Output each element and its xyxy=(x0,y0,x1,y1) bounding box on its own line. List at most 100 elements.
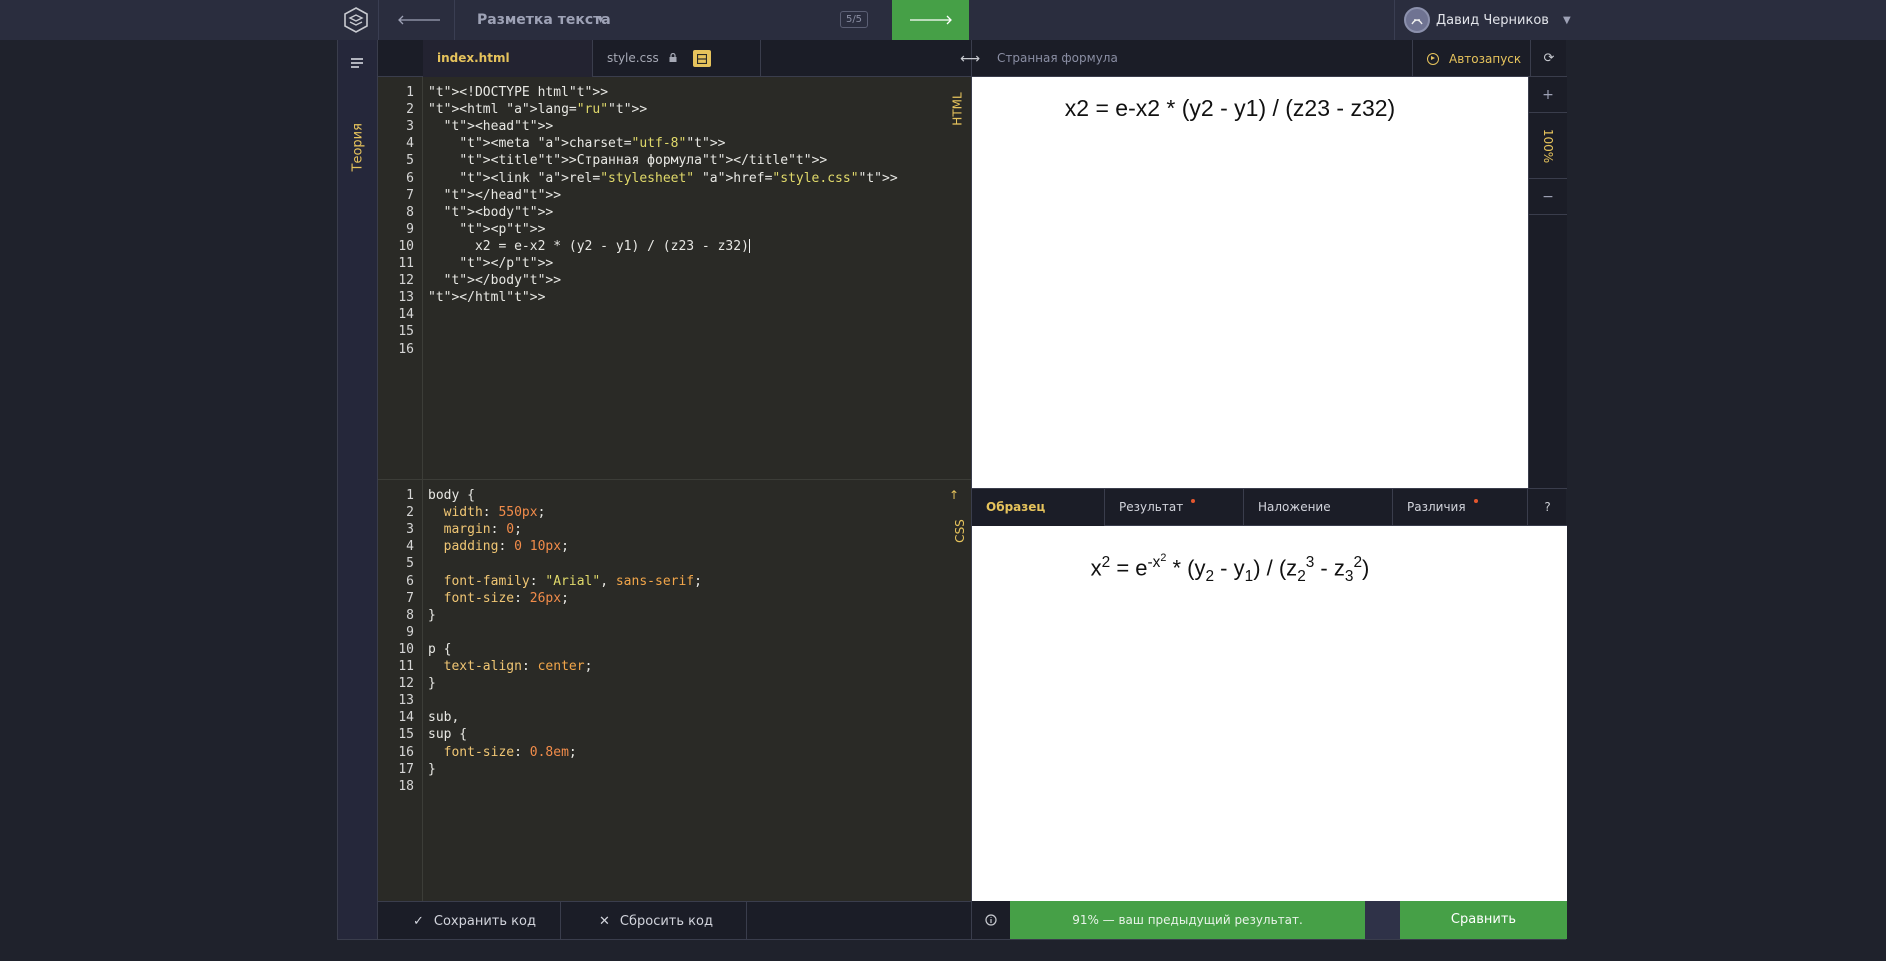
code-line[interactable]: "t"></head"t">> xyxy=(428,188,561,203)
code-line[interactable]: sub, xyxy=(428,710,459,725)
menu-icon[interactable] xyxy=(351,53,363,72)
line-number: 8 xyxy=(406,204,414,220)
code-line[interactable]: body { xyxy=(428,488,475,503)
code-line[interactable]: "t"></p"t">> xyxy=(428,256,553,271)
code-line[interactable]: "t"><body"t">> xyxy=(428,205,554,220)
zoom-level-text: 100% xyxy=(1541,128,1555,163)
user-name: Давид Черников xyxy=(1436,12,1549,28)
tab-overlay[interactable]: Наложение xyxy=(1244,489,1393,526)
info-icon[interactable] xyxy=(972,901,1010,939)
code-line[interactable]: "t"></html"t">> xyxy=(428,290,545,305)
next-button[interactable] xyxy=(892,0,969,40)
code-line[interactable]: width: 550px; xyxy=(428,505,546,520)
code-line[interactable]: sup { xyxy=(428,727,467,742)
code-line[interactable]: x2 = e-x2 * (y2 - y1) / (z23 - z32) xyxy=(428,239,750,254)
zoom-level: 100% xyxy=(1529,113,1567,179)
line-number: 4 xyxy=(406,136,414,152)
code-line[interactable]: } xyxy=(428,608,436,623)
code-line[interactable]: font-size: 0.8em; xyxy=(428,745,577,760)
line-number: 17 xyxy=(398,761,414,777)
result-message: 91% — ваш предыдущий результат. xyxy=(1010,901,1365,939)
code-line[interactable]: "t"><head"t">> xyxy=(428,119,554,134)
zoom-out-button[interactable]: − xyxy=(1529,179,1567,215)
line-number: 12 xyxy=(398,676,414,692)
check-icon: ✓ xyxy=(413,913,424,929)
html-label: HTML xyxy=(950,92,965,126)
tab-differences[interactable]: Различия xyxy=(1393,489,1528,526)
tab-label: style.css xyxy=(607,51,659,65)
arrow-up-icon[interactable]: ↑ xyxy=(949,488,959,502)
line-number: 11 xyxy=(398,659,414,674)
code-line[interactable]: "t"><link "a">rel="stylesheet" "a">href=… xyxy=(428,171,897,186)
line-number: 12 xyxy=(398,273,414,289)
tab-sample[interactable]: Образец xyxy=(972,489,1105,526)
progress-badge: 5/5 xyxy=(840,11,868,28)
tab-label: Наложение xyxy=(1258,500,1331,514)
zoom-in-button[interactable]: + xyxy=(1529,77,1567,113)
code-line[interactable]: "t"><p"t">> xyxy=(428,222,545,237)
line-number: 1 xyxy=(406,488,414,503)
preview-frame[interactable]: x2 = e-x2 * (y2 - y1) / (z23 - z32) xyxy=(972,77,1528,488)
line-number: 10 xyxy=(398,641,414,657)
avatar xyxy=(1404,7,1430,33)
line-number: 15 xyxy=(398,324,414,340)
code-line[interactable]: padding: 0 10px; xyxy=(428,539,569,554)
tab-result[interactable]: Результат xyxy=(1105,489,1244,526)
tab-label: Результат xyxy=(1119,500,1184,514)
css-code-panel[interactable]: 1 body {2 width: 550px; 3 margin: 0; 4 padd… xyxy=(378,480,971,901)
theory-sidebar[interactable]: Теория xyxy=(338,40,378,939)
refresh-icon[interactable]: ⟳ xyxy=(1530,40,1567,77)
html-code-panel[interactable]: 1 "t"><!DOCTYPE html"t">> 2 "t"><html "a">l… xyxy=(378,77,971,479)
course-title[interactable]: Разметка текста xyxy=(477,0,611,40)
reset-code-button[interactable]: ✕ Сбросить код xyxy=(561,902,747,940)
result-bar: 91% — ваш предыдущий результат. Сравнить xyxy=(972,901,1567,939)
tab-style-css[interactable]: style.css xyxy=(593,40,761,77)
line-number: 6 xyxy=(406,170,414,186)
notification-dot xyxy=(1473,499,1478,503)
chevron-down-icon[interactable]: ▾ xyxy=(598,13,604,26)
arrow-left-icon xyxy=(398,15,440,25)
line-number: 13 xyxy=(398,693,414,709)
editor-tabs: index.html style.css xyxy=(378,40,971,77)
line-number: 13 xyxy=(398,290,414,306)
line-number: 14 xyxy=(398,710,414,726)
divider xyxy=(1394,0,1395,40)
save-code-button[interactable]: ✓ Сохранить код xyxy=(378,902,561,940)
divider xyxy=(454,0,455,40)
code-line[interactable]: "t"><html "a">lang="ru""t">> xyxy=(428,102,647,117)
line-number: 14 xyxy=(398,307,414,323)
compare-tabs: Образец Результат Наложение Различия ? xyxy=(972,488,1567,526)
play-icon xyxy=(1427,52,1439,65)
back-button[interactable] xyxy=(384,0,454,40)
code-line[interactable]: "t"><title"t">>Странная формула"t"></tit… xyxy=(428,153,827,168)
logo-icon[interactable] xyxy=(342,0,370,40)
compare-button[interactable]: Сравнить xyxy=(1400,901,1567,939)
lock-icon xyxy=(669,40,677,77)
code-line[interactable]: } xyxy=(428,676,436,691)
code-line[interactable]: font-family: "Arial", sans-serif; xyxy=(428,574,702,589)
autorun-button[interactable]: Автозапуск xyxy=(1412,40,1530,77)
help-button[interactable]: ? xyxy=(1528,489,1567,526)
code-line[interactable]: "t"><!DOCTYPE html"t">> xyxy=(428,85,608,100)
line-number: 1 xyxy=(406,85,414,100)
code-line[interactable]: "t"></body"t">> xyxy=(428,273,561,288)
line-number: 16 xyxy=(398,744,414,760)
theory-label[interactable]: Теория xyxy=(351,123,366,171)
line-number: 3 xyxy=(406,119,414,135)
user-menu[interactable]: Давид Черников ▼ xyxy=(1404,0,1571,40)
sample-formula: x2 = e-x2 * (y2 - y1) / (z23 - z32) xyxy=(1090,552,1370,585)
code-line[interactable]: text-align: center; xyxy=(428,659,593,674)
code-line[interactable]: "t"><meta "a">charset="utf-8""t">> xyxy=(428,136,725,151)
preview-column: ⟷ Странная формула Автозапуск ⟳ x2 = e-x… xyxy=(960,40,1567,939)
notification-dot xyxy=(1191,499,1196,503)
line-number: 2 xyxy=(406,505,414,521)
reset-code-label: Сбросить код xyxy=(619,913,713,929)
resize-arrows-icon[interactable]: ⟷ xyxy=(960,40,980,77)
code-line[interactable]: p { xyxy=(428,642,451,657)
split-view-icon[interactable] xyxy=(693,50,711,67)
tab-index-html[interactable]: index.html xyxy=(423,40,593,77)
code-line[interactable]: margin: 0; xyxy=(428,522,522,537)
code-line[interactable]: } xyxy=(428,762,436,777)
line-number: 7 xyxy=(406,590,414,606)
code-line[interactable]: font-size: 26px; xyxy=(428,591,569,606)
